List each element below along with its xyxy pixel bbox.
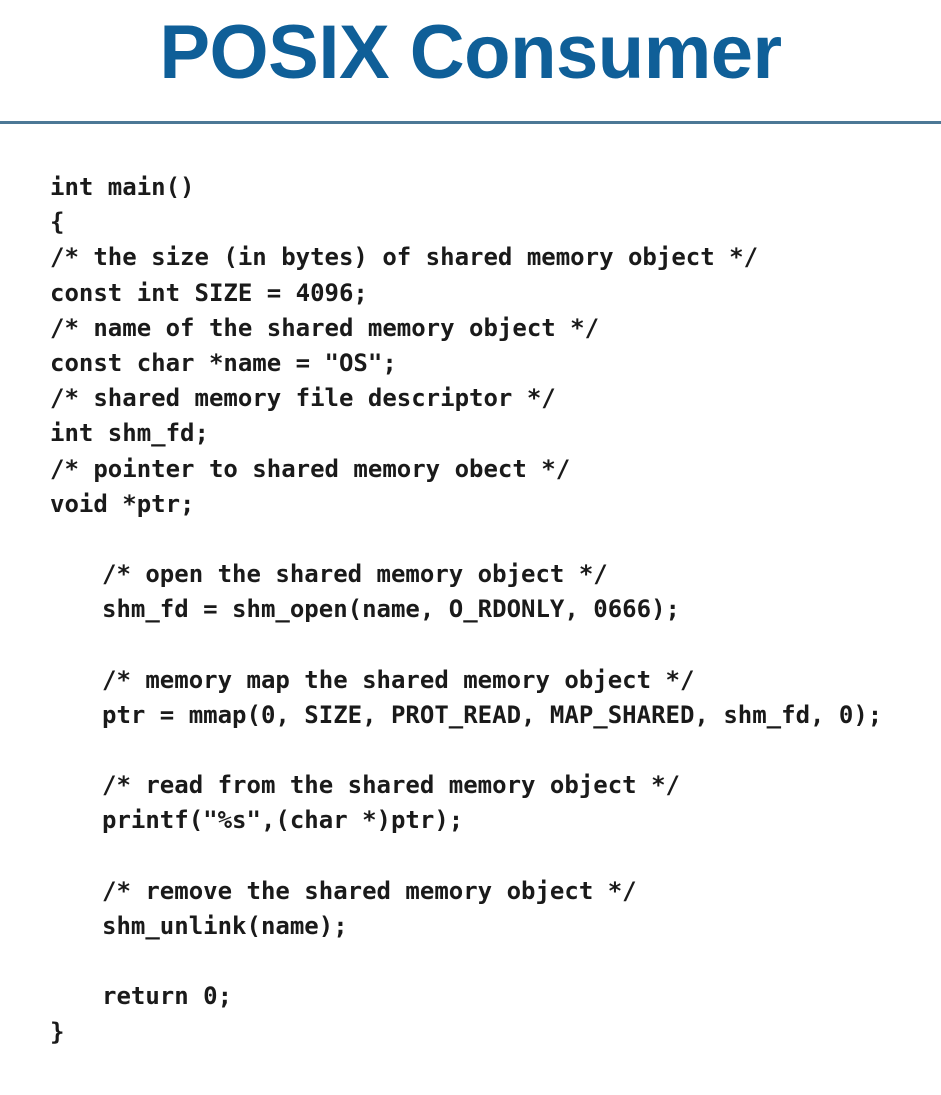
code-line: return 0; xyxy=(102,982,233,1011)
code-line: int main() xyxy=(50,173,195,201)
code-line: { xyxy=(50,208,65,237)
code-line: shm_fd = shm_open(name, O_RDONLY, 0666); xyxy=(102,595,680,624)
code-line: /* read from the shared memory object */ xyxy=(102,771,680,800)
code-line: void *ptr; xyxy=(50,489,195,518)
code-line: shm_unlink(name); xyxy=(102,911,348,940)
code-line: const char *name = "OS"; xyxy=(50,348,397,377)
code-line: /* open the shared memory object */ xyxy=(102,560,608,589)
code-line: /* shared memory file descriptor */ xyxy=(50,384,556,413)
slide: POSIX Consumer int main() { /* the size … xyxy=(0,0,941,1095)
code-line: /* the size (in bytes) of shared memory … xyxy=(50,243,759,272)
code-line: ptr = mmap(0, SIZE, PROT_READ, MAP_SHARE… xyxy=(102,700,883,729)
code-line: /* pointer to shared memory obect */ xyxy=(50,454,571,483)
code-block: int main() { /* the size (in bytes) of s… xyxy=(50,170,930,1050)
code-line: /* name of the shared memory object */ xyxy=(50,313,600,342)
code-line: /* remove the shared memory object */ xyxy=(102,876,637,905)
title-divider xyxy=(0,121,941,124)
code-line: /* memory map the shared memory object *… xyxy=(102,665,695,694)
slide-title: POSIX Consumer xyxy=(159,10,782,95)
code-line: int shm_fd; xyxy=(50,419,209,448)
code-line: } xyxy=(50,1017,65,1046)
code-line: const int SIZE = 4096; xyxy=(50,278,368,307)
code-line: printf("%s",(char *)ptr); xyxy=(102,806,464,835)
